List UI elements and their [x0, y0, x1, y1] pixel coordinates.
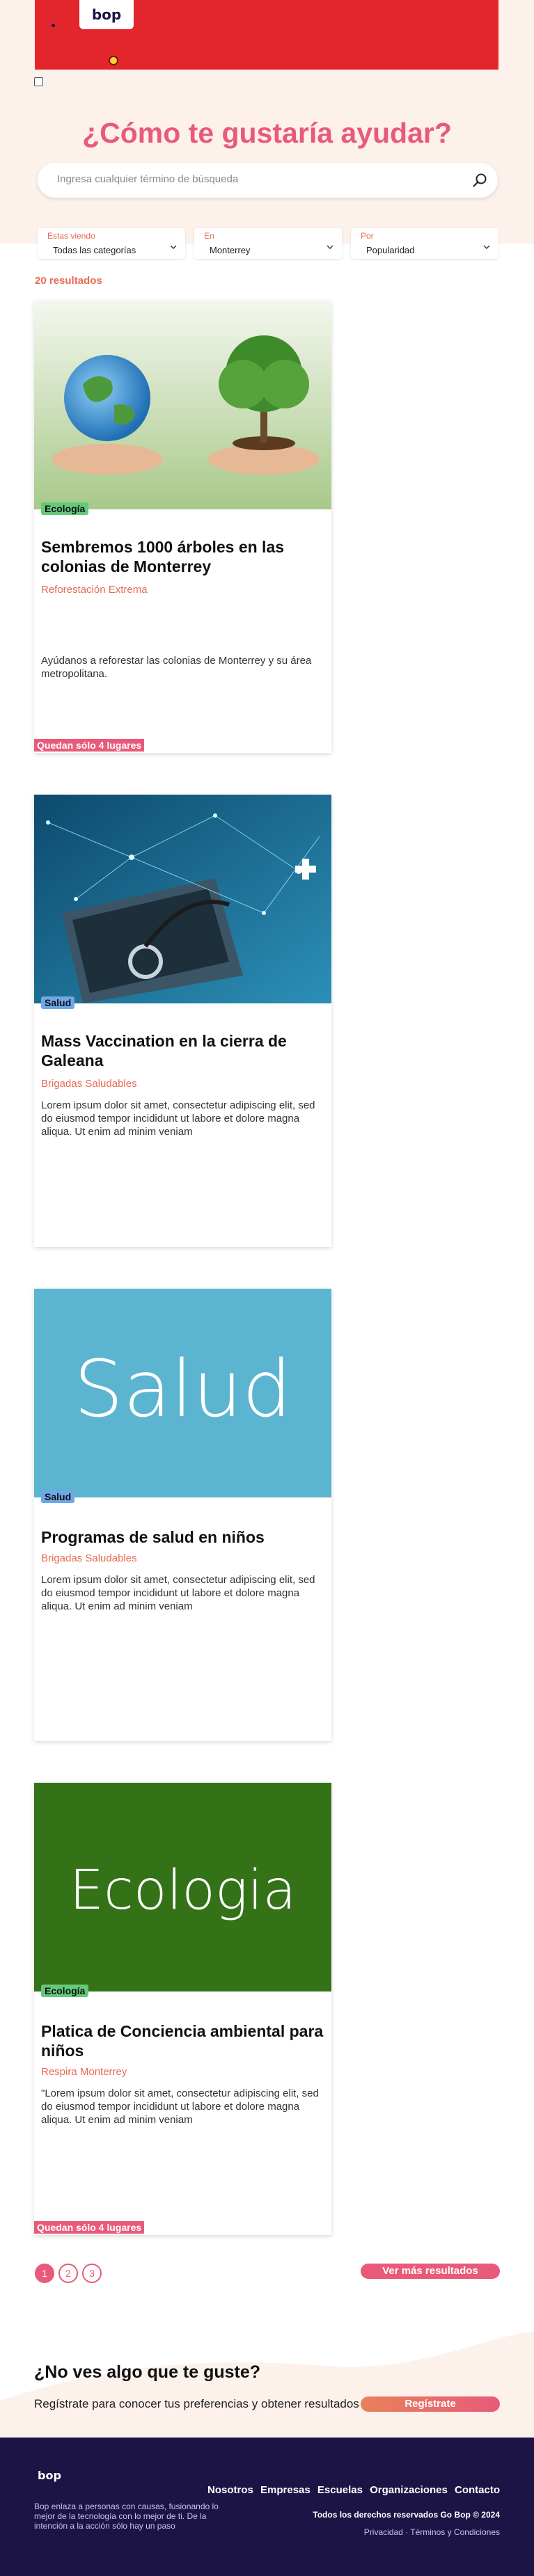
category-badge: Salud	[41, 996, 75, 1009]
footer-logo[interactable]: bop	[38, 2469, 61, 2482]
card-title[interactable]: Platica de Conciencia ambiental para niñ…	[41, 2021, 327, 2060]
footer-link-nosotros[interactable]: Nosotros	[207, 2484, 253, 2496]
search-bar	[38, 163, 498, 198]
card-organization: Brigadas Saludables	[41, 1552, 137, 1564]
opportunity-card[interactable]: Ecología Sembremos 1000 árboles en las c…	[34, 301, 331, 753]
filter-value: Popularidad	[366, 245, 415, 255]
page-1-button[interactable]: 1	[35, 2264, 54, 2283]
footer-nav: Nosotros Empresas Escuelas Organizacione…	[203, 2484, 500, 2496]
chevron-down-icon	[170, 245, 177, 249]
filter-label: Estas viendo	[47, 231, 95, 241]
filter-sort[interactable]: Por Popularidad	[351, 228, 498, 259]
card-title[interactable]: Programas de salud en niños	[41, 1527, 327, 1547]
card-description: Ayúdanos a reforestar las colonias de Mo…	[41, 655, 312, 680]
card-image	[34, 795, 331, 1003]
logo[interactable]: bop	[79, 0, 134, 29]
image-label: Ecologia	[69, 1859, 297, 1922]
page-3-button[interactable]: 3	[82, 2264, 102, 2283]
search-input[interactable]	[57, 173, 461, 185]
footer-link-contacto[interactable]: Contacto	[455, 2484, 500, 2496]
footer-link-empresas[interactable]: Empresas	[260, 2484, 311, 2496]
card-image: Ecologia	[34, 1783, 331, 1991]
results-count: 20 resultados	[35, 275, 102, 287]
category-badge: Salud	[41, 1490, 75, 1503]
footer-link-escuelas[interactable]: Escuelas	[317, 2484, 363, 2496]
card-image: Salud	[34, 1289, 331, 1497]
cta-subtitle: Regístrate para conocer tus preferencias…	[34, 2397, 359, 2410]
footer-tagline: Bop enlaza a personas con causas, fusion…	[34, 2502, 219, 2531]
filter-location[interactable]: En Monterrey	[194, 228, 342, 259]
category-badge: Ecología	[41, 1985, 89, 1997]
card-description: "Lorem ipsum dolor sit amet, consectetur…	[41, 2088, 319, 2126]
card-title[interactable]: Sembremos 1000 árboles en las colonias d…	[41, 537, 327, 576]
filter-value: Monterrey	[210, 245, 251, 255]
card-organization: Reforestación Extrema	[41, 584, 148, 596]
card-title[interactable]: Mass Vaccination en la cierra de Galeana	[41, 1031, 327, 1070]
footer: bop Bop enlaza a personas con causas, fu…	[0, 2438, 534, 2576]
spots-badge: Quedan sólo 4 lugares	[34, 2221, 145, 2234]
chevron-down-icon	[483, 245, 490, 249]
hero-title: ¿Cómo te gustaría ayudar?	[82, 117, 452, 149]
menu-icon[interactable]	[52, 24, 55, 27]
hero-section	[0, 70, 534, 244]
opportunity-card[interactable]: Salud Salud Programas de salud en niños …	[34, 1289, 331, 1741]
spots-badge: Quedan sólo 4 lugares	[34, 739, 145, 752]
card-organization: Respira Monterrey	[41, 2066, 127, 2078]
checkbox[interactable]	[34, 77, 43, 86]
logo-text: bop	[91, 6, 122, 23]
image-label: Salud	[74, 1344, 292, 1435]
card-organization: Brigadas Saludables	[41, 1078, 137, 1090]
page-2-button[interactable]: 2	[58, 2264, 78, 2283]
opportunity-card[interactable]: Salud Mass Vaccination en la cierra de G…	[34, 795, 331, 1247]
footer-copyright: Todos los derechos reservados Go Bop © 2…	[313, 2510, 500, 2520]
opportunity-card[interactable]: Ecologia Ecología Platica de Conciencia …	[34, 1783, 331, 2235]
footer-legal-links[interactable]: Privacidad · Términos y Condiciones	[364, 2527, 500, 2537]
search-icon[interactable]	[471, 172, 488, 189]
register-button[interactable]: Regístrate	[361, 2396, 500, 2412]
filter-label: Por	[361, 231, 374, 241]
filter-label: En	[204, 231, 214, 241]
language-flag-icon[interactable]	[109, 56, 118, 65]
card-description: Lorem ipsum dolor sit amet, consectetur …	[41, 1574, 315, 1612]
category-badge: Ecología	[41, 502, 89, 515]
more-results-button[interactable]: Ver más resultados	[361, 2264, 500, 2279]
card-description: Lorem ipsum dolor sit amet, consectetur …	[41, 1099, 315, 1138]
cta-title: ¿No ves algo que te guste?	[34, 2362, 261, 2382]
filter-value: Todas las categorías	[53, 245, 136, 255]
filter-category[interactable]: Estas viendo Todas las categorías	[38, 228, 185, 259]
footer-link-organizaciones[interactable]: Organizaciones	[370, 2484, 448, 2496]
chevron-down-icon	[327, 245, 333, 249]
card-image	[34, 301, 331, 509]
